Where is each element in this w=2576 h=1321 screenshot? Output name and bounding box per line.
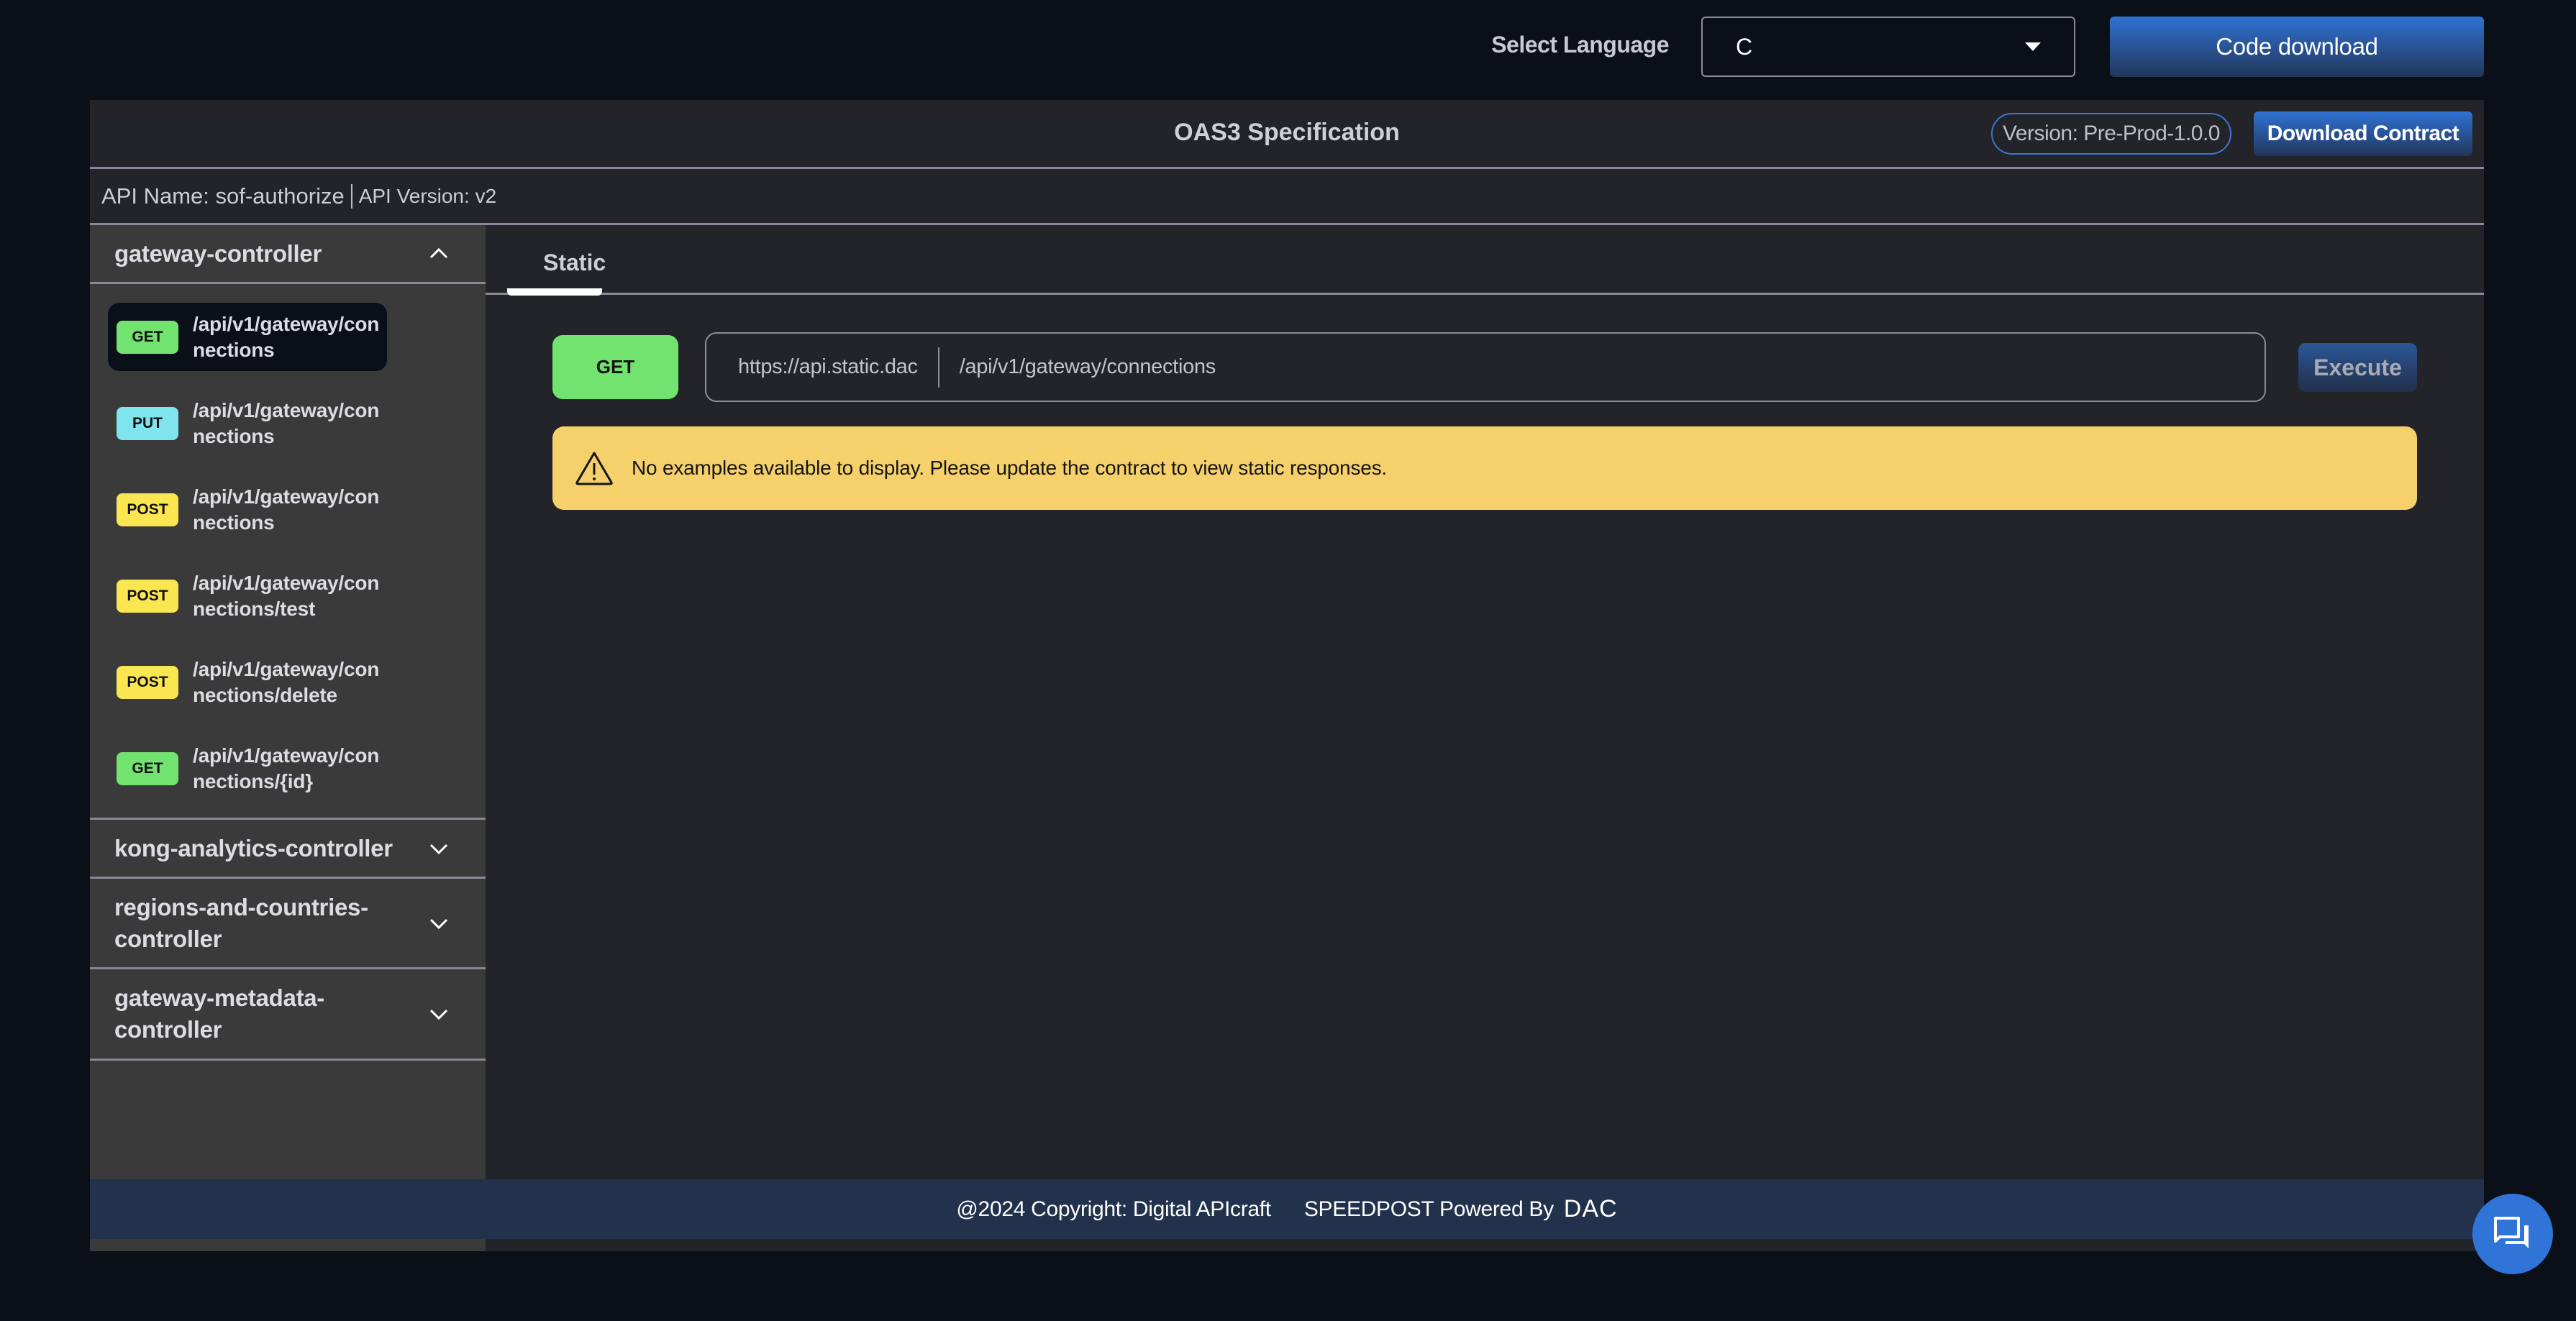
- endpoint-path: /api/v1/gateway/connections: [193, 398, 380, 447]
- group-name: gateway-metadata-controller: [114, 984, 324, 1043]
- method-badge: PUT: [117, 406, 178, 440]
- alert-message: No examples available to display. Please…: [632, 457, 1387, 479]
- endpoint-item[interactable]: GET /api/v1/gateway/connections/{id}: [108, 734, 387, 803]
- api-name: API Name: sof-authorize: [101, 183, 345, 209]
- sidebar-group-gateway-controller[interactable]: gateway-controller: [90, 225, 486, 284]
- endpoint-path: /api/v1/gateway/connections/delete: [193, 657, 380, 706]
- active-tab-indicator: [507, 288, 602, 296]
- language-select-value: C: [1736, 33, 1753, 60]
- endpoint-path: /api/v1/gateway/connections/test: [193, 571, 380, 620]
- method-badge: POST: [117, 665, 178, 699]
- method-badge: POST: [117, 579, 178, 613]
- caret-down-icon: [2025, 42, 2041, 51]
- group-name: kong-analytics-controller: [114, 834, 393, 861]
- group-name: regions-and-countries-controller: [114, 893, 368, 952]
- endpoint-path: /api/v1/gateway/connections: [193, 312, 380, 361]
- footer: @2024 Copyright: Digital APIcraft SPEEDP…: [90, 1179, 2484, 1239]
- base-url: https://api.static.dac: [738, 355, 918, 378]
- endpoint-item[interactable]: POST /api/v1/gateway/connections/test: [108, 562, 387, 630]
- method-button[interactable]: GET: [552, 335, 678, 399]
- execute-button[interactable]: Execute: [2298, 343, 2417, 392]
- language-select[interactable]: C: [1701, 17, 2075, 77]
- select-language-label: Select Language: [1491, 32, 1669, 58]
- api-info-bar: API Name: sof-authorize API Version: v2: [90, 169, 2484, 225]
- version-badge: Version: Pre-Prod-1.0.0: [1991, 113, 2231, 155]
- download-contract-button[interactable]: Download Contract: [2254, 111, 2472, 156]
- endpoint-item[interactable]: POST /api/v1/gateway/connections: [108, 475, 387, 544]
- divider: [937, 347, 939, 388]
- chat-icon: [2494, 1217, 2529, 1248]
- sidebar-group-regions-and-countries-controller[interactable]: regions-and-countries-controller: [90, 879, 486, 969]
- warning-icon: [575, 452, 613, 485]
- sidebar: gateway-controller GET /api/v1/gateway/c…: [90, 225, 486, 1251]
- dac-logo: DAC: [1563, 1195, 1618, 1222]
- sidebar-group-kong-analytics-controller[interactable]: kong-analytics-controller: [90, 820, 486, 879]
- warning-alert: No examples available to display. Please…: [552, 426, 2417, 510]
- tab-static[interactable]: Static: [543, 250, 606, 276]
- endpoint-path: /api/v1/gateway/connections: [193, 485, 380, 534]
- chat-button[interactable]: [2472, 1194, 2553, 1274]
- spec-panel: OAS3 Specification Version: Pre-Prod-1.0…: [90, 100, 2484, 1251]
- api-version: API Version: v2: [358, 184, 497, 207]
- code-download-button[interactable]: Code download: [2110, 17, 2484, 77]
- chevron-down-icon[interactable]: [428, 913, 450, 934]
- endpoint-item[interactable]: PUT /api/v1/gateway/connections: [108, 389, 387, 457]
- method-badge: POST: [117, 493, 178, 526]
- request-url-field[interactable]: https://api.static.dac /api/v1/gateway/c…: [705, 332, 2266, 402]
- endpoint-path-value: /api/v1/gateway/connections: [959, 355, 1216, 378]
- sidebar-bottom: [90, 1239, 486, 1251]
- chevron-up-icon[interactable]: [428, 243, 450, 265]
- spec-header: OAS3 Specification Version: Pre-Prod-1.0…: [90, 100, 2484, 169]
- endpoint-path: /api/v1/gateway/connections/{id}: [193, 744, 380, 792]
- tab-bar: Static: [486, 225, 2484, 296]
- sidebar-group-gateway-metadata-controller[interactable]: gateway-metadata-controller: [90, 969, 486, 1061]
- chevron-down-icon[interactable]: [428, 838, 450, 859]
- method-badge: GET: [117, 751, 178, 785]
- method-badge: GET: [117, 320, 178, 354]
- endpoint-item[interactable]: GET /api/v1/gateway/connections: [108, 303, 387, 371]
- group-name: gateway-controller: [114, 239, 322, 267]
- divider: [350, 183, 352, 209]
- copyright-text: @2024 Copyright: Digital APIcraft: [956, 1197, 1271, 1221]
- powered-by-text: SPEEDPOST Powered By: [1303, 1197, 1554, 1221]
- chevron-down-icon[interactable]: [428, 1003, 450, 1025]
- endpoint-item[interactable]: POST /api/v1/gateway/connections/delete: [108, 648, 387, 716]
